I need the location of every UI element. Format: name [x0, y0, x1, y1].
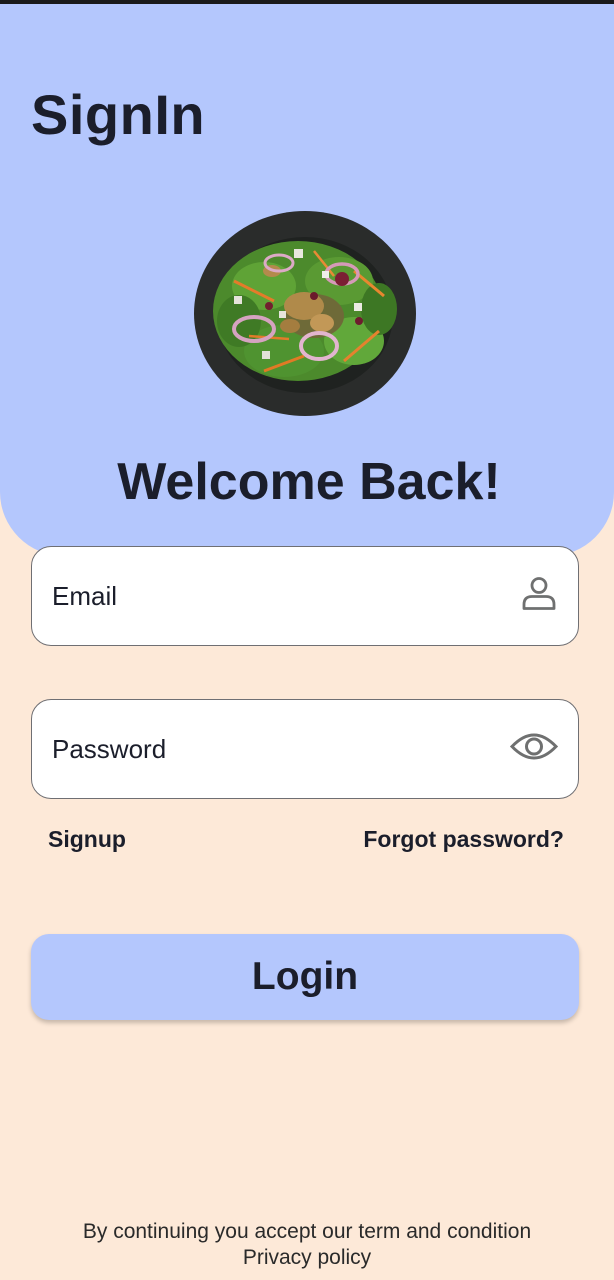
salad-bowl-image [194, 211, 416, 416]
terms-text: By continuing you accept our term and co… [82, 1220, 532, 1243]
eye-icon[interactable] [509, 730, 559, 769]
privacy-policy-link[interactable]: Privacy policy [0, 1245, 614, 1271]
welcome-heading: Welcome Back! [117, 453, 501, 511]
signup-link[interactable]: Signup [48, 826, 126, 853]
header-panel: SignIn Welcome Back! [0, 4, 614, 556]
page-title: SignIn [31, 83, 206, 146]
login-button[interactable]: Login [31, 934, 579, 1020]
email-field[interactable] [31, 546, 579, 646]
password-input[interactable] [52, 700, 492, 798]
footer: By continuing you accept our term and co… [0, 1219, 614, 1271]
email-input[interactable] [52, 547, 492, 645]
password-field[interactable] [31, 699, 579, 799]
forgot-password-link[interactable]: Forgot password? [363, 826, 564, 853]
person-icon [520, 575, 558, 618]
